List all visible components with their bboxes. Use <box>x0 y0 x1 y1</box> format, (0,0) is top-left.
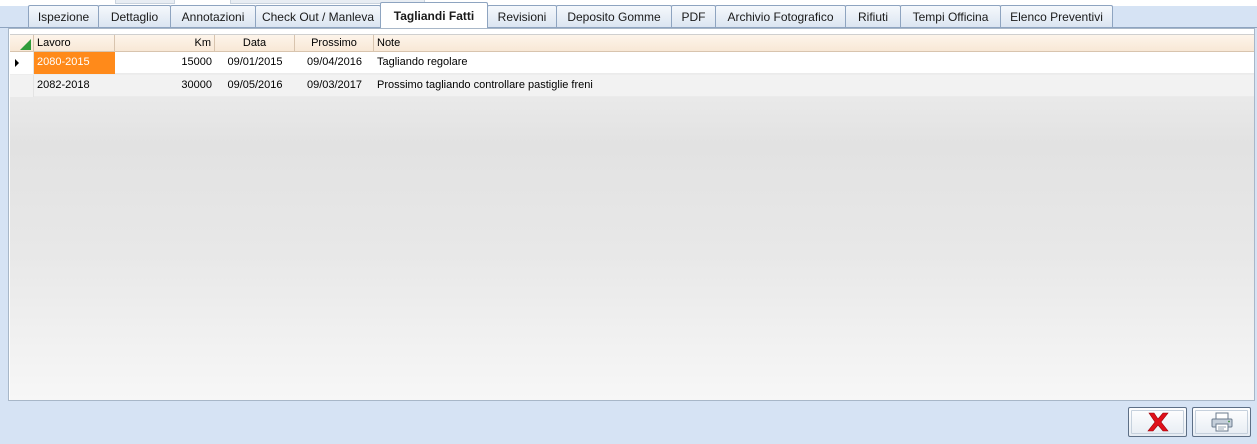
tab-rifiuti[interactable]: Rifiuti <box>845 5 901 27</box>
button-inner-border <box>1195 410 1248 434</box>
cell-data[interactable]: 09/01/2015 <box>215 52 295 74</box>
table-row[interactable]: 2080-2015 15000 09/01/2015 09/04/2016 Ta… <box>10 52 1254 74</box>
tab-check-out-manleva[interactable]: Check Out / Manleva <box>255 5 381 27</box>
print-button[interactable] <box>1192 407 1251 437</box>
select-all-triangle-icon <box>20 39 31 50</box>
cell-lavoro[interactable]: 2082-2018 <box>34 75 115 97</box>
tab-tempi-officina[interactable]: Tempi Officina <box>900 5 1001 27</box>
tab-tagliandi-fatti[interactable]: Tagliandi Fatti <box>380 2 488 28</box>
column-header-lavoro[interactable]: Lavoro <box>34 35 115 52</box>
cell-prossimo[interactable]: 09/04/2016 <box>295 52 374 74</box>
tab-ispezione[interactable]: Ispezione <box>28 5 99 27</box>
cell-data[interactable]: 09/05/2016 <box>215 75 295 97</box>
row-header[interactable] <box>10 52 34 74</box>
table-row[interactable]: 2082-2018 30000 09/05/2016 09/03/2017 Pr… <box>10 75 1254 97</box>
tab-pdf[interactable]: PDF <box>671 5 716 27</box>
tab-revisioni[interactable]: Revisioni <box>487 5 557 27</box>
column-header-note[interactable]: Note <box>374 35 1254 52</box>
select-all-corner[interactable] <box>10 35 34 52</box>
cell-km[interactable]: 15000 <box>115 52 215 74</box>
tab-bar: Ispezione Dettaglio Annotazioni Check Ou… <box>0 0 1257 28</box>
column-header-km[interactable]: Km <box>115 35 215 52</box>
tab-content-panel: Lavoro Km Data Prossimo Note 2080-2015 1… <box>8 28 1255 401</box>
column-header-prossimo[interactable]: Prossimo <box>295 35 374 52</box>
close-button[interactable] <box>1128 407 1187 437</box>
tab-annotazioni[interactable]: Annotazioni <box>170 5 256 27</box>
column-header-data[interactable]: Data <box>215 35 295 52</box>
row-header[interactable] <box>10 75 34 97</box>
cell-km[interactable]: 30000 <box>115 75 215 97</box>
grid-header: Lavoro Km Data Prossimo Note <box>10 35 1254 52</box>
cell-prossimo[interactable]: 09/03/2017 <box>295 75 374 97</box>
tab-archivio-fotografico[interactable]: Archivio Fotografico <box>715 5 846 27</box>
button-inner-border <box>1131 410 1184 434</box>
cell-lavoro[interactable]: 2080-2015 <box>34 52 115 74</box>
tab-deposito-gomme[interactable]: Deposito Gomme <box>556 5 672 27</box>
tab-elenco-preventivi[interactable]: Elenco Preventivi <box>1000 5 1113 27</box>
tab-dettaglio[interactable]: Dettaglio <box>98 5 171 27</box>
tagliandi-grid[interactable]: Lavoro Km Data Prossimo Note 2080-2015 1… <box>10 34 1254 400</box>
cell-note[interactable]: Prossimo tagliando controllare pastiglie… <box>374 75 1254 97</box>
current-row-arrow-icon <box>15 59 19 67</box>
cell-note[interactable]: Tagliando regolare <box>374 52 1254 74</box>
